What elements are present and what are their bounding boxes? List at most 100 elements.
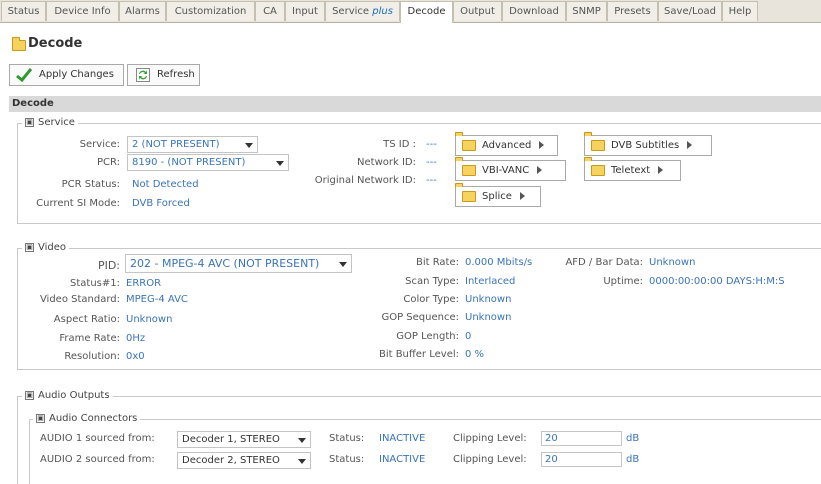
tab-snmp[interactable]: SNMP bbox=[566, 1, 607, 21]
collapse-icon[interactable]: ▣ bbox=[25, 390, 34, 400]
audio-1-clip-label: Clipping Level: bbox=[453, 433, 527, 444]
tab-bar: Status Device Info Alarms Customization … bbox=[0, 0, 821, 23]
audio-1-label: AUDIO 1 sourced from: bbox=[40, 433, 155, 444]
network-id-value: --- bbox=[426, 157, 437, 168]
video-standard-label: Video Standard: bbox=[39, 294, 120, 305]
network-id-label: Network ID: bbox=[357, 157, 416, 168]
page-title: Decode bbox=[28, 36, 83, 51]
service-label: Service: bbox=[79, 139, 120, 150]
apply-changes-button[interactable]: Apply Changes bbox=[9, 64, 124, 86]
status-label: Status#1: bbox=[70, 278, 120, 289]
afd-label: AFD / Bar Data: bbox=[565, 257, 643, 268]
tab-help[interactable]: Help bbox=[722, 1, 758, 21]
tab-device-info[interactable]: Device Info bbox=[46, 1, 119, 21]
service-legend: ▣ Service bbox=[22, 117, 78, 129]
audio-2-status-value: INACTIVE bbox=[379, 454, 426, 465]
folder-icon bbox=[12, 37, 26, 51]
afd-value: Unknown bbox=[649, 257, 696, 268]
aspect-ratio-label: Aspect Ratio: bbox=[53, 314, 120, 325]
resolution-label: Resolution: bbox=[64, 351, 120, 362]
tab-save-load[interactable]: Save/Load bbox=[658, 1, 722, 21]
video-legend: ▣ Video bbox=[22, 242, 70, 254]
status-value: ERROR bbox=[126, 278, 162, 289]
tab-status[interactable]: Status bbox=[1, 1, 46, 21]
tab-customization[interactable]: Customization bbox=[166, 1, 255, 21]
audio-2-label: AUDIO 2 sourced from: bbox=[40, 454, 155, 465]
chevron-down-icon bbox=[245, 143, 253, 148]
pcr-label: PCR: bbox=[96, 157, 120, 168]
bit-rate-label: Bit Rate: bbox=[415, 257, 459, 268]
gop-sequence-label: GOP Sequence: bbox=[381, 312, 459, 323]
audio-1-clip-input[interactable]: 20 bbox=[541, 431, 622, 446]
audio-2-status-label: Status: bbox=[329, 454, 365, 465]
collapse-icon[interactable]: ▣ bbox=[36, 413, 45, 423]
audio-2-clip-input[interactable]: 20 bbox=[541, 452, 622, 467]
gop-sequence-value: Unknown bbox=[465, 312, 512, 323]
ts-id-value: --- bbox=[426, 139, 437, 150]
tab-input[interactable]: Input bbox=[285, 1, 325, 21]
collapse-icon[interactable]: ▣ bbox=[25, 117, 34, 127]
arrow-right-icon bbox=[519, 192, 525, 200]
tab-service-plus[interactable]: Service plus bbox=[325, 1, 400, 21]
tab-output[interactable]: Output bbox=[453, 1, 502, 21]
pcr-status-value: Not Detected bbox=[132, 179, 199, 190]
tab-ca[interactable]: CA bbox=[255, 1, 285, 21]
gop-length-value: 0 bbox=[465, 331, 472, 342]
si-mode-value: DVB Forced bbox=[132, 198, 190, 209]
audio-2-clip-label: Clipping Level: bbox=[453, 454, 527, 465]
chevron-down-icon bbox=[298, 438, 306, 443]
apply-changes-label: Apply Changes bbox=[39, 69, 114, 80]
audio-outputs-legend: ▣ Audio Outputs bbox=[22, 390, 113, 402]
scan-type-value: Interlaced bbox=[465, 276, 516, 287]
folder-icon bbox=[462, 139, 476, 151]
orig-network-id-label: Original Network ID: bbox=[314, 175, 416, 186]
ts-id-label: TS ID : bbox=[383, 139, 416, 150]
refresh-button[interactable]: Refresh bbox=[127, 64, 200, 86]
tab-download[interactable]: Download bbox=[502, 1, 566, 21]
arrow-right-icon bbox=[539, 141, 545, 149]
tab-decode[interactable]: Decode bbox=[400, 1, 453, 23]
folder-icon bbox=[591, 164, 605, 176]
bit-rate-value: 0.000 Mbits/s bbox=[465, 257, 533, 268]
pid-select[interactable]: 202 - MPEG-4 AVC (NOT PRESENT) bbox=[125, 254, 352, 273]
resolution-value: 0x0 bbox=[126, 351, 145, 362]
advanced-button[interactable]: Advanced bbox=[455, 135, 558, 156]
pid-label: PID: bbox=[97, 259, 120, 272]
uptime-value: 0000:00:00:00 DAYS:H:M:S bbox=[649, 276, 785, 287]
refresh-icon bbox=[136, 68, 150, 82]
bit-buffer-label: Bit Buffer Level: bbox=[378, 349, 459, 360]
chevron-down-icon bbox=[276, 161, 284, 166]
audio-2-unit: dB bbox=[626, 454, 640, 465]
audio-1-status-label: Status: bbox=[329, 433, 365, 444]
service-select[interactable]: 2 (NOT PRESENT) bbox=[127, 136, 258, 153]
audio-1-source-select[interactable]: Decoder 1, STEREO bbox=[177, 431, 311, 448]
chevron-down-icon bbox=[298, 459, 306, 464]
collapse-icon[interactable]: ▣ bbox=[25, 242, 34, 252]
audio-connectors-legend: ▣ Audio Connectors bbox=[33, 413, 141, 425]
splice-button[interactable]: Splice bbox=[455, 186, 541, 207]
section-header: Decode bbox=[9, 96, 821, 112]
color-type-label: Color Type: bbox=[403, 294, 459, 305]
folder-icon bbox=[462, 164, 476, 176]
audio-connectors-group bbox=[29, 419, 821, 484]
tab-service-label: Service bbox=[332, 6, 370, 17]
audio-1-status-value: INACTIVE bbox=[379, 433, 426, 444]
aspect-ratio-value: Unknown bbox=[126, 314, 173, 325]
audio-2-source-select[interactable]: Decoder 2, STEREO bbox=[177, 452, 311, 469]
video-standard-value: MPEG-4 AVC bbox=[126, 294, 188, 305]
refresh-label: Refresh bbox=[157, 69, 195, 80]
tab-alarms[interactable]: Alarms bbox=[119, 1, 166, 21]
tab-presets[interactable]: Presets bbox=[607, 1, 658, 21]
frame-rate-label: Frame Rate: bbox=[59, 333, 120, 344]
folder-icon bbox=[462, 190, 476, 202]
pcr-status-label: PCR Status: bbox=[61, 179, 120, 190]
frame-rate-value: 0Hz bbox=[126, 333, 146, 344]
teletext-button[interactable]: Teletext bbox=[584, 160, 681, 181]
arrow-right-icon bbox=[658, 166, 664, 174]
pcr-select[interactable]: 8190 - (NOT PRESENT) bbox=[127, 154, 289, 171]
dvb-subtitles-button[interactable]: DVB Subtitles bbox=[584, 135, 712, 156]
tab-service-suffix: plus bbox=[372, 6, 393, 17]
gop-length-label: GOP Length: bbox=[396, 331, 459, 342]
vbi-vanc-button[interactable]: VBI-VANC bbox=[455, 160, 566, 181]
uptime-label: Uptime: bbox=[603, 276, 643, 287]
